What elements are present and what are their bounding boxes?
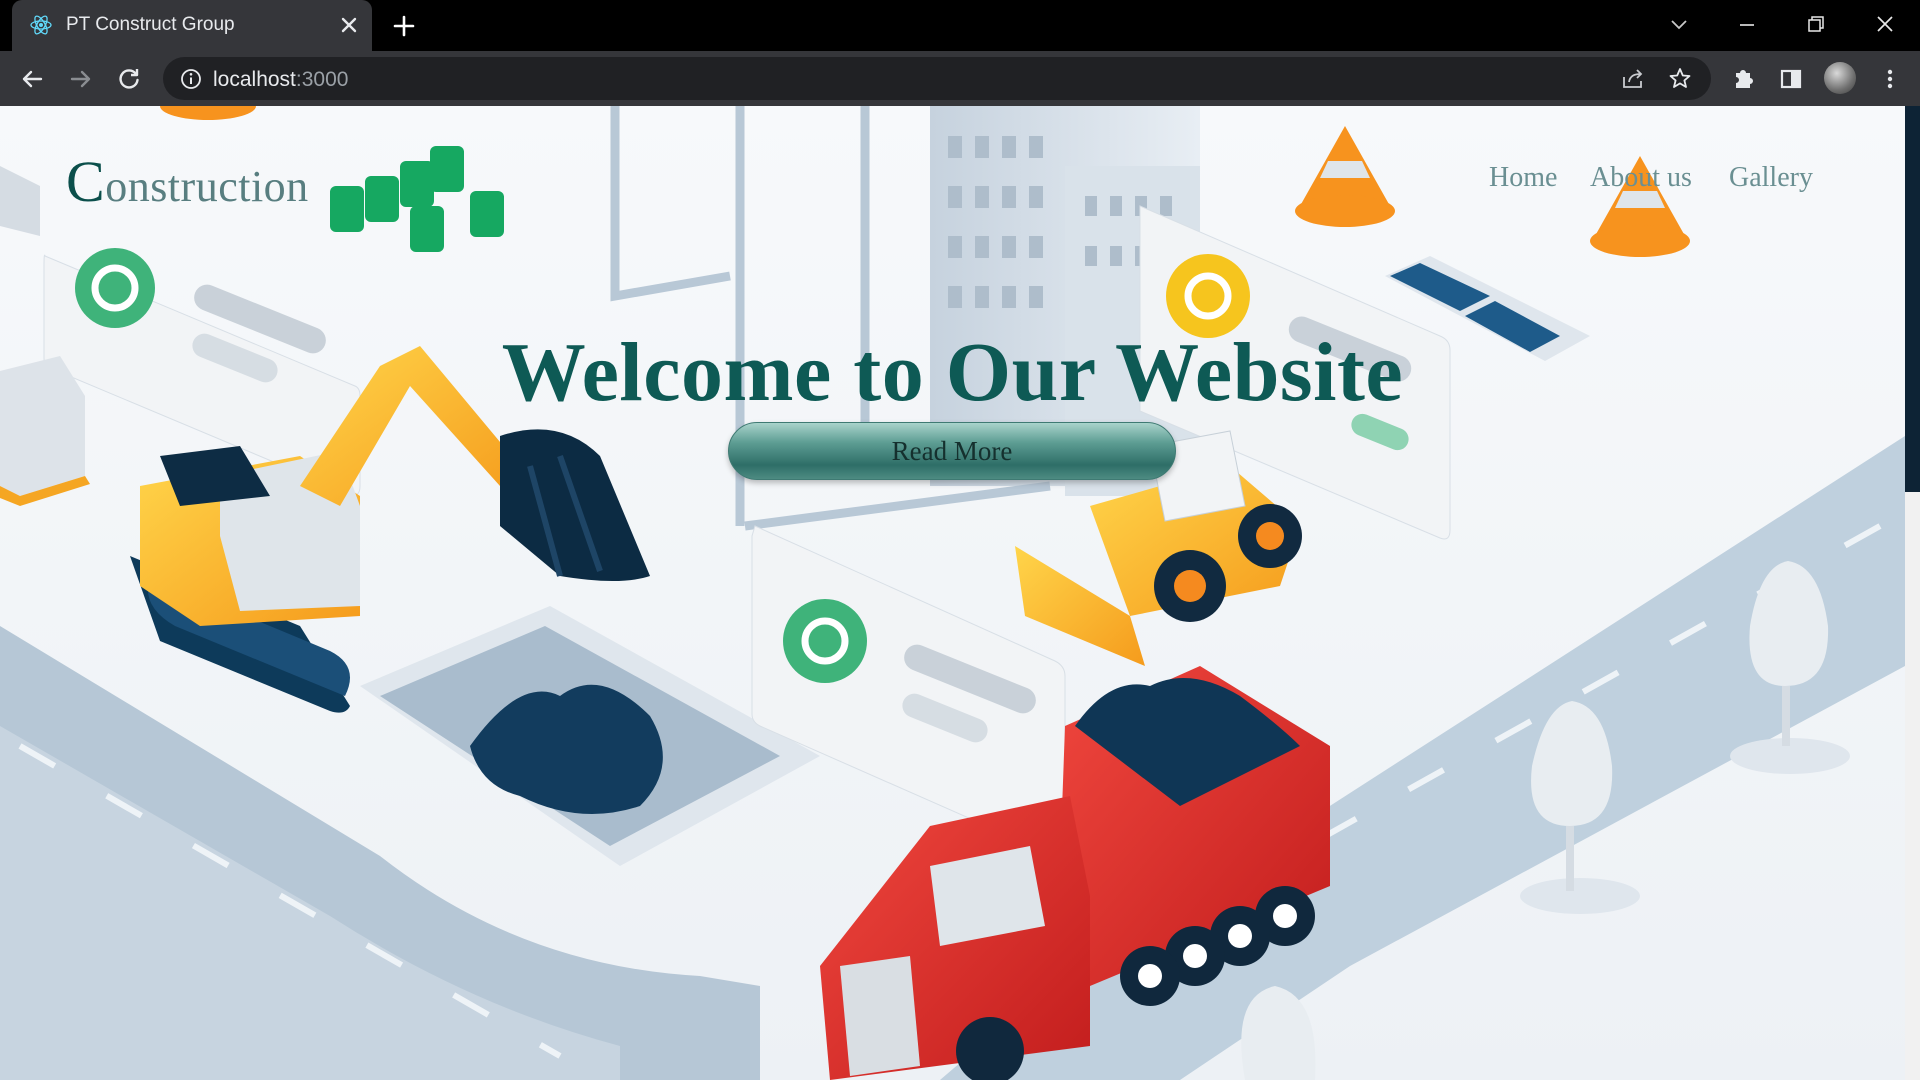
scrollbar-thumb[interactable]	[1905, 106, 1920, 492]
nav-about-us[interactable]: About us	[1590, 162, 1692, 194]
tab-strip: PT Construct Group	[0, 0, 1920, 51]
construction-illustration	[0, 106, 1905, 1080]
nav-home[interactable]: Home	[1489, 162, 1557, 194]
hero-title: Welcome to Our Website	[501, 326, 1404, 419]
page-viewport: Construction Home About us Gallery Welco…	[0, 106, 1920, 1080]
address-bar[interactable]: localhost:3000	[163, 57, 1711, 100]
forward-icon[interactable]	[66, 64, 96, 94]
bookmark-star-icon[interactable]	[1666, 65, 1694, 93]
reload-icon[interactable]	[114, 64, 144, 94]
extensions-puzzle-icon[interactable]	[1728, 64, 1758, 94]
profile-avatar[interactable]	[1824, 62, 1856, 94]
minimize-icon[interactable]	[1732, 10, 1762, 40]
share-icon[interactable]	[1619, 65, 1647, 93]
close-tab-icon[interactable]	[336, 12, 362, 38]
back-icon[interactable]	[17, 64, 47, 94]
site-logo[interactable]: Construction	[66, 148, 309, 215]
new-tab-icon[interactable]	[390, 12, 418, 40]
browser-tab[interactable]: PT Construct Group	[12, 0, 372, 51]
nav-gallery[interactable]: Gallery	[1729, 162, 1813, 194]
read-more-button[interactable]: Read More	[728, 422, 1176, 480]
menu-kebab-icon[interactable]	[1875, 64, 1905, 94]
close-window-icon[interactable]	[1870, 10, 1900, 40]
info-icon[interactable]	[177, 65, 205, 93]
url-text[interactable]: localhost:3000	[213, 68, 348, 92]
react-icon	[30, 15, 52, 35]
restore-icon[interactable]	[1801, 10, 1831, 40]
page-scrollbar[interactable]	[1905, 106, 1920, 1080]
side-panel-icon[interactable]	[1776, 64, 1806, 94]
tab-title: PT Construct Group	[66, 14, 235, 35]
tab-search-icon[interactable]	[1664, 10, 1694, 40]
browser-toolbar: localhost:3000	[0, 51, 1920, 106]
